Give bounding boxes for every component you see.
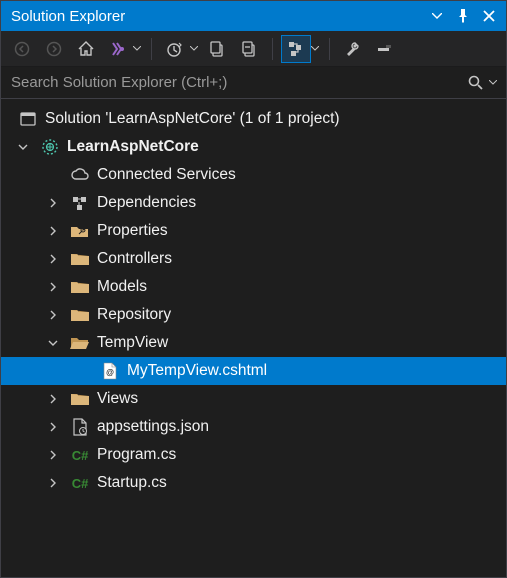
node-label: Views — [97, 390, 138, 408]
node-label: Controllers — [97, 250, 172, 268]
search-bar — [1, 67, 506, 99]
node-label: Connected Services — [97, 166, 236, 184]
separator — [272, 38, 273, 60]
project-label: LearnAspNetCore — [67, 138, 199, 156]
chevron-down-icon[interactable] — [45, 335, 61, 351]
properties-node[interactable]: Properties — [1, 217, 506, 245]
svg-text:@: @ — [106, 368, 114, 377]
chevron-right-icon[interactable] — [45, 279, 61, 295]
search-dropdown[interactable] — [486, 80, 500, 85]
dependencies-node[interactable]: Dependencies — [1, 189, 506, 217]
home-button[interactable] — [71, 35, 101, 63]
pending-changes-button[interactable] — [160, 35, 190, 63]
folder-icon — [69, 389, 91, 409]
folder-open-icon — [69, 333, 91, 353]
node-label: MyTempView.cshtml — [127, 362, 267, 380]
controllers-folder[interactable]: Controllers — [1, 245, 506, 273]
csharp-file-icon: C# — [69, 473, 91, 493]
tempview-folder[interactable]: TempView — [1, 329, 506, 357]
back-button[interactable] — [7, 35, 37, 63]
chevron-right-icon[interactable] — [45, 447, 61, 463]
json-file-icon — [69, 417, 91, 437]
chevron-right-icon[interactable] — [45, 391, 61, 407]
switch-views-dropdown[interactable] — [131, 35, 143, 63]
solution-label: Solution 'LearnAspNetCore' (1 of 1 proje… — [45, 110, 340, 128]
preview-button[interactable] — [370, 35, 400, 63]
solution-node[interactable]: Solution 'LearnAspNetCore' (1 of 1 proje… — [1, 105, 506, 133]
dependencies-icon — [69, 193, 91, 213]
show-all-files-button[interactable] — [281, 35, 311, 63]
switch-views-button[interactable] — [103, 35, 133, 63]
chevron-right-icon[interactable] — [45, 195, 61, 211]
forward-button[interactable] — [39, 35, 69, 63]
properties-button[interactable] — [338, 35, 368, 63]
chevron-right-icon[interactable] — [45, 307, 61, 323]
chevron-right-icon[interactable] — [45, 475, 61, 491]
collapse-all-button[interactable] — [234, 35, 264, 63]
node-label: Dependencies — [97, 194, 196, 212]
panel-title: Solution Explorer — [11, 8, 422, 25]
mytempview-file[interactable]: @ MyTempView.cshtml — [1, 357, 506, 385]
search-icon[interactable] — [466, 75, 486, 91]
chevron-right-icon[interactable] — [45, 223, 61, 239]
project-node[interactable]: LearnAspNetCore — [1, 133, 506, 161]
folder-icon — [69, 249, 91, 269]
cloud-icon — [69, 165, 91, 185]
node-label: Repository — [97, 306, 171, 324]
sync-button[interactable] — [202, 35, 232, 63]
separator — [151, 38, 152, 60]
node-label: Models — [97, 278, 147, 296]
csharp-file-icon: C# — [69, 445, 91, 465]
node-label: Program.cs — [97, 446, 176, 464]
show-all-files-dropdown[interactable] — [309, 35, 321, 63]
tree-view: Solution 'LearnAspNetCore' (1 of 1 proje… — [1, 99, 506, 503]
chevron-right-icon[interactable] — [45, 251, 61, 267]
separator — [329, 38, 330, 60]
program-file[interactable]: C# Program.cs — [1, 441, 506, 469]
connected-services-node[interactable]: Connected Services — [1, 161, 506, 189]
pin-button[interactable] — [452, 5, 474, 27]
wrench-folder-icon — [69, 221, 91, 241]
folder-icon — [69, 277, 91, 297]
chevron-right-icon[interactable] — [45, 419, 61, 435]
csproj-icon — [39, 137, 61, 157]
cshtml-file-icon: @ — [99, 361, 121, 381]
search-input[interactable] — [11, 74, 466, 91]
node-label: Startup.cs — [97, 474, 167, 492]
models-folder[interactable]: Models — [1, 273, 506, 301]
folder-icon — [69, 305, 91, 325]
titlebar: Solution Explorer — [1, 1, 506, 31]
repository-folder[interactable]: Repository — [1, 301, 506, 329]
views-folder[interactable]: Views — [1, 385, 506, 413]
dropdown-button[interactable] — [426, 5, 448, 27]
toolbar — [1, 31, 506, 67]
node-label: Properties — [97, 222, 168, 240]
pending-changes-dropdown[interactable] — [188, 35, 200, 63]
solution-icon — [17, 109, 39, 129]
chevron-down-icon[interactable] — [15, 139, 31, 155]
startup-file[interactable]: C# Startup.cs — [1, 469, 506, 497]
node-label: TempView — [97, 334, 168, 352]
appsettings-file[interactable]: appsettings.json — [1, 413, 506, 441]
node-label: appsettings.json — [97, 418, 209, 436]
close-button[interactable] — [478, 5, 500, 27]
